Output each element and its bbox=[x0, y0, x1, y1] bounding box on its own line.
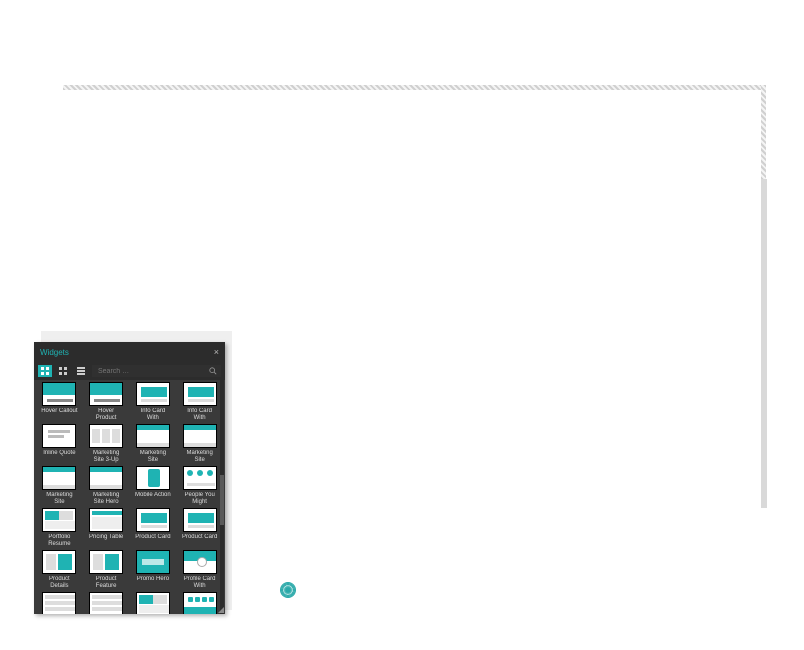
widget-item[interactable]: Product Feature bbox=[85, 550, 128, 590]
search-icon bbox=[209, 367, 217, 375]
list-icon bbox=[76, 366, 86, 376]
panel-title: Widgets bbox=[40, 348, 69, 357]
widget-item[interactable]: Pricing Table bbox=[85, 508, 128, 548]
widget-label: Profile Card With bbox=[181, 576, 219, 590]
widget-thumbnail bbox=[183, 508, 217, 532]
widget-thumbnail bbox=[42, 550, 76, 574]
search-input[interactable] bbox=[96, 367, 209, 376]
widget-label: Marketing Site 3-Up bbox=[87, 450, 125, 464]
widget-label: Mobile Action bbox=[134, 492, 172, 506]
widget-item[interactable]: Blog bbox=[38, 592, 81, 614]
widget-item[interactable]: Mobile Action bbox=[132, 466, 175, 506]
widget-thumbnail bbox=[42, 424, 76, 448]
widget-thumbnail bbox=[136, 382, 170, 406]
widget-label: Product Feature bbox=[87, 576, 125, 590]
panel-body: Hover Callout Hover Product Info Card With… bbox=[34, 380, 225, 614]
search-field-wrap bbox=[92, 365, 221, 377]
canvas-border-right bbox=[761, 85, 766, 179]
widget-thumbnail bbox=[89, 592, 123, 614]
widget-item[interactable]: Portfolio Resume bbox=[38, 508, 81, 548]
widget-thumbnail bbox=[42, 592, 76, 614]
widget-thumbnail bbox=[136, 466, 170, 490]
widget-item[interactable]: Product Card bbox=[178, 508, 221, 548]
close-icon[interactable]: × bbox=[214, 348, 219, 357]
widget-label: Inline Quote bbox=[40, 450, 78, 464]
widget-item[interactable]: Hover Callout bbox=[38, 382, 81, 422]
panel-scrollbar-thumb[interactable] bbox=[220, 475, 224, 525]
widget-thumbnail bbox=[136, 424, 170, 448]
widget-thumbnail bbox=[89, 466, 123, 490]
widget-item[interactable]: Product Details bbox=[38, 550, 81, 590]
widget-label: Product Details bbox=[40, 576, 78, 590]
widget-item[interactable]: Profile Card With bbox=[178, 550, 221, 590]
widget-label: Info Card With bbox=[181, 408, 219, 422]
widget-thumbnail bbox=[42, 466, 76, 490]
panel-toolbar bbox=[34, 362, 225, 380]
widget-thumbnail bbox=[183, 382, 217, 406]
grid-icon bbox=[58, 366, 68, 376]
widget-label: Marketing Site bbox=[134, 450, 172, 464]
widget-label: Pricing Table bbox=[87, 534, 125, 548]
widget-thumbnail bbox=[183, 466, 217, 490]
widget-item[interactable]: Portfolio bbox=[132, 592, 175, 614]
tree-icon bbox=[40, 366, 50, 376]
widget-item[interactable]: Inline Quote bbox=[38, 424, 81, 464]
view-grid-button[interactable] bbox=[56, 365, 70, 377]
view-list-button[interactable] bbox=[74, 365, 88, 377]
widget-label: Marketing Site bbox=[181, 450, 219, 464]
widget-item[interactable]: Product Card bbox=[132, 508, 175, 548]
widget-thumbnail bbox=[136, 592, 170, 614]
widget-item[interactable]: Hover Product bbox=[85, 382, 128, 422]
widget-thumbnail bbox=[42, 382, 76, 406]
widget-thumbnail bbox=[89, 424, 123, 448]
widget-item[interactable]: Info Card With bbox=[132, 382, 175, 422]
widget-label: People You Might bbox=[181, 492, 219, 506]
widget-label: Product Card bbox=[181, 534, 219, 548]
widget-label: Promo Hero bbox=[134, 576, 172, 590]
widget-thumbnail bbox=[42, 508, 76, 532]
widget-thumbnail bbox=[183, 592, 217, 614]
widget-label: Info Card With bbox=[134, 408, 172, 422]
widget-item[interactable]: Marketing Site 3-Up bbox=[85, 424, 128, 464]
panel-resize-handle[interactable] bbox=[215, 606, 225, 614]
panel-titlebar[interactable]: Widgets × bbox=[34, 342, 225, 362]
widget-grid: Hover Callout Hover Product Info Card With… bbox=[38, 382, 221, 614]
widget-thumbnail bbox=[89, 550, 123, 574]
widgets-panel: Widgets × bbox=[34, 342, 225, 614]
widget-thumbnail bbox=[183, 550, 217, 574]
selection-handle[interactable] bbox=[281, 583, 295, 597]
canvas-scrollbar[interactable] bbox=[761, 179, 767, 508]
widget-item[interactable]: People You Might bbox=[178, 466, 221, 506]
widget-label: Hover Callout bbox=[40, 408, 78, 422]
widget-thumbnail bbox=[89, 382, 123, 406]
widget-label: Marketing Site bbox=[40, 492, 78, 506]
widget-thumbnail bbox=[183, 424, 217, 448]
widget-item[interactable]: Marketing Site Hero bbox=[85, 466, 128, 506]
widget-thumbnail bbox=[136, 508, 170, 532]
widget-label: Hover Product bbox=[87, 408, 125, 422]
widget-item[interactable]: Marketing Site bbox=[178, 424, 221, 464]
widget-item[interactable]: Marketing Site bbox=[38, 466, 81, 506]
widget-label: Marketing Site Hero bbox=[87, 492, 125, 506]
widget-label: Portfolio Resume bbox=[40, 534, 78, 548]
widget-label: Product Card bbox=[134, 534, 172, 548]
widget-item[interactable]: Featured bbox=[85, 592, 128, 614]
widget-thumbnail bbox=[136, 550, 170, 574]
panel-scrollbar[interactable] bbox=[220, 380, 224, 614]
widget-item[interactable]: Info Card With bbox=[178, 382, 221, 422]
widget-item[interactable]: Promo Hero bbox=[132, 550, 175, 590]
canvas-border-top bbox=[63, 85, 766, 90]
widget-thumbnail bbox=[89, 508, 123, 532]
widget-item[interactable]: Marketing Site bbox=[132, 424, 175, 464]
view-tree-button[interactable] bbox=[38, 365, 52, 377]
